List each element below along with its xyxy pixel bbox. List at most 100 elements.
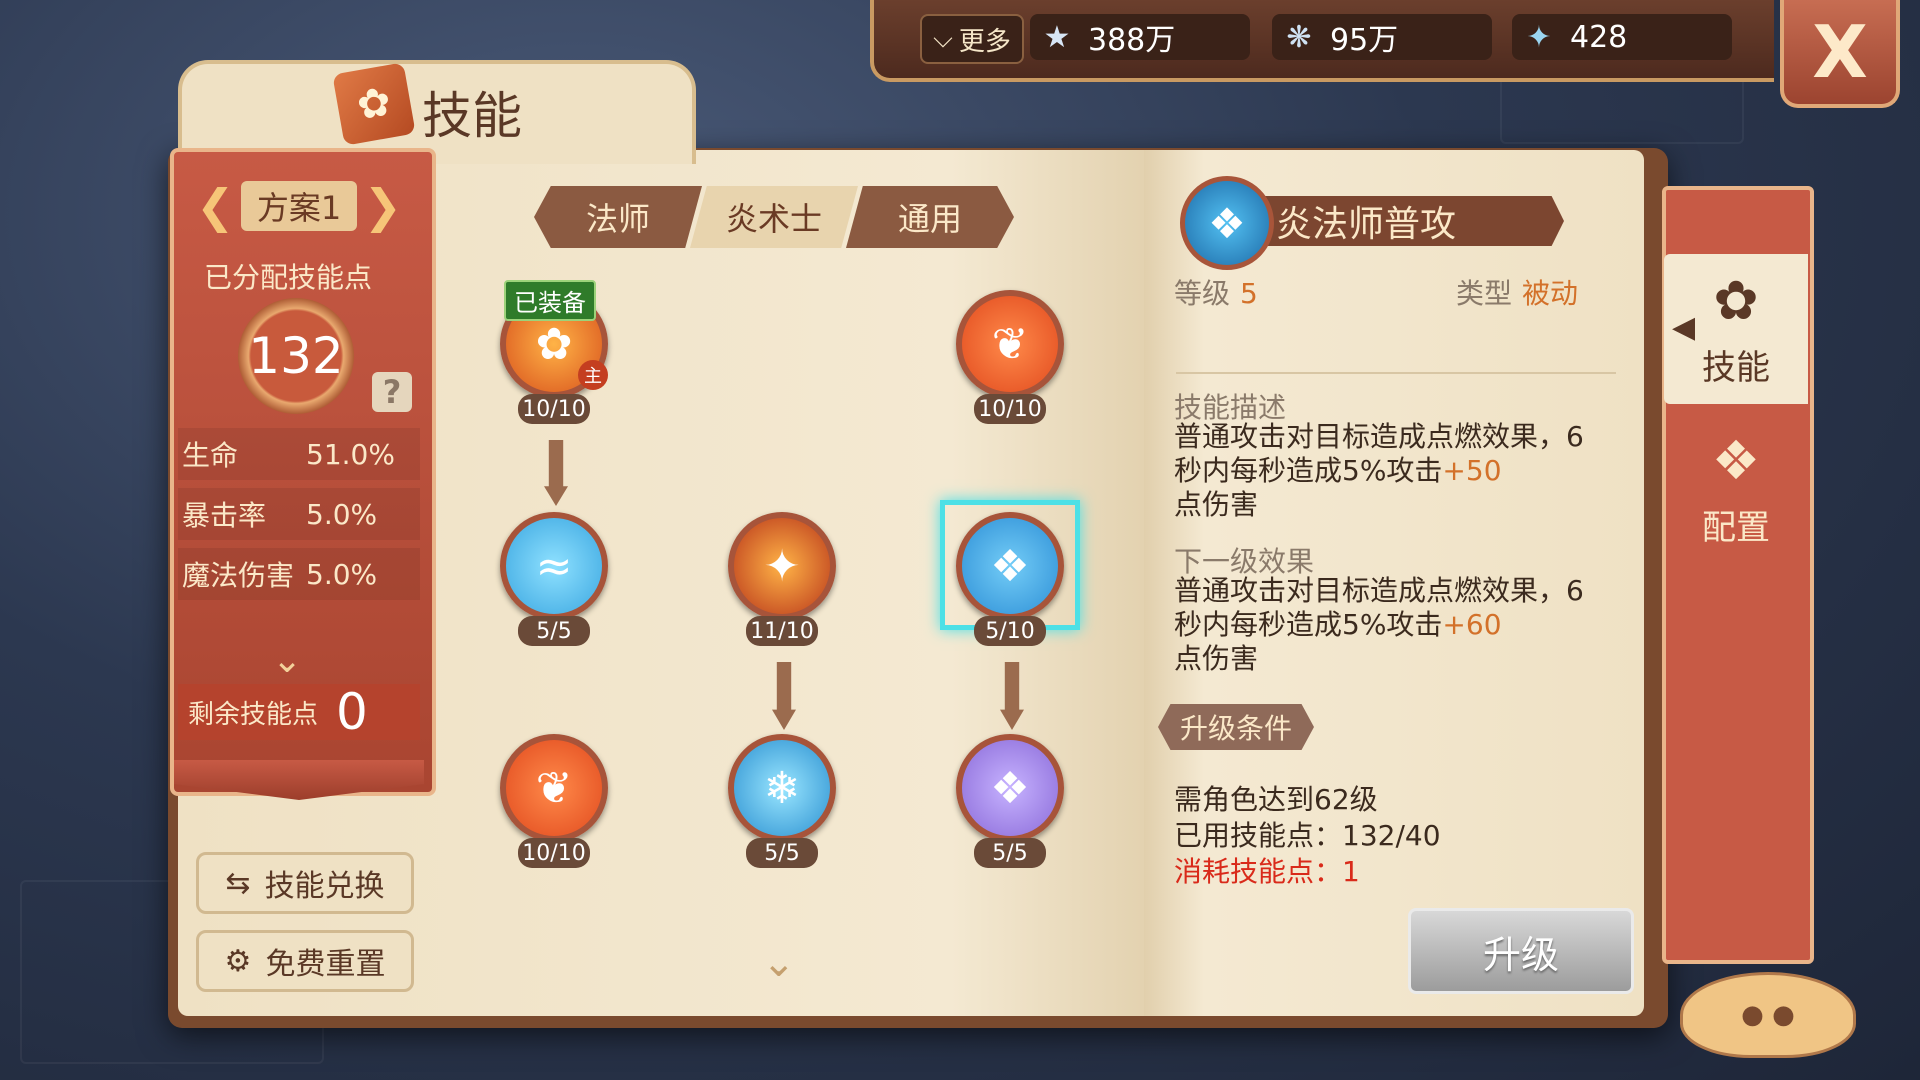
flame-rune-icon: ❦: [956, 290, 1064, 398]
skill-exchange-button[interactable]: ⇆ 技能兑换: [196, 852, 414, 914]
allocated-points-label: 已分配技能点: [204, 261, 373, 294]
more-label: 更多: [958, 26, 1011, 57]
skill-level: 5/5: [746, 838, 818, 868]
level-label: 等级: [1174, 277, 1231, 310]
skill-node[interactable]: ❖ 5/10: [950, 512, 1070, 662]
currency-shells-value: 95万: [1330, 23, 1399, 58]
purple-dragon-icon: ❖: [956, 734, 1064, 842]
req-used-points: 已用技能点：132/40: [1174, 819, 1441, 852]
skill-level: 5/5: [974, 838, 1046, 868]
skill-type-meta: 类型 被动: [1456, 272, 1578, 312]
currency-stars-value: 388万: [1088, 23, 1176, 58]
help-button[interactable]: ?: [372, 372, 412, 412]
star-icon: ★: [1043, 19, 1071, 55]
desc-bonus: +50: [1442, 454, 1502, 487]
more-button[interactable]: ⌵ 更多: [920, 14, 1024, 64]
tab-mage[interactable]: 法师: [534, 186, 702, 248]
skill-node[interactable]: ❦ 10/10: [494, 734, 614, 884]
skill-node[interactable]: ❦ 10/10: [950, 290, 1070, 440]
active-tab-pointer-icon: ◀: [1672, 310, 1696, 345]
skill-node[interactable]: ≈ 5/5: [494, 512, 614, 662]
page-title: 技能: [422, 87, 522, 145]
desc-text: 普通攻击对目标造成点燃效果，6秒内每秒造成5%攻击: [1174, 420, 1584, 487]
stat-row-crit: 暴击率 5.0%: [178, 488, 420, 540]
allocated-points-value: 132: [238, 298, 354, 414]
class-tabs: 法师 炎术士 通用: [534, 186, 1014, 248]
chevron-down-icon: ⌵: [933, 23, 953, 54]
next-tail: 点伤害: [1174, 642, 1259, 675]
type-label: 类型: [1456, 277, 1513, 310]
scheme-prev-button[interactable]: ❮: [196, 179, 235, 233]
level-value: 5: [1240, 277, 1258, 310]
side-tab-config[interactable]: ❖ 配置: [1664, 414, 1808, 564]
scheme-label: 方案1: [240, 181, 358, 231]
stat-label: 魔法伤害: [182, 559, 295, 592]
upgrade-button[interactable]: 升级: [1408, 908, 1634, 994]
side-tab-config-label: 配置: [1702, 508, 1770, 548]
currency-crystals-value: 428: [1570, 19, 1628, 55]
water-wave-icon: ≈: [500, 512, 608, 620]
next-bonus: +60: [1442, 608, 1502, 641]
currency-crystals: ✦ 428: [1512, 14, 1732, 60]
blue-dragon-icon: ❖: [1180, 176, 1274, 270]
skill-level-meta: 等级 5: [1174, 272, 1258, 312]
stat-label: 生命: [182, 439, 239, 472]
desc-tail: 点伤害: [1174, 488, 1259, 521]
scroll-down-icon[interactable]: ⌄: [762, 940, 796, 986]
expand-stats-button[interactable]: ⌄: [272, 640, 302, 681]
skill-level: 11/10: [746, 616, 818, 646]
next-text: 普通攻击对目标造成点燃效果，6秒内每秒造成5%攻击: [1174, 574, 1584, 641]
remaining-points-label: 剩余技能点: [188, 699, 319, 730]
fire-pillar-icon: ✦: [728, 512, 836, 620]
scheme-next-button[interactable]: ❯: [363, 179, 402, 233]
stat-value: 5.0%: [306, 497, 378, 531]
crystal-icon: ✦: [1526, 19, 1552, 55]
stat-value: 5.0%: [306, 557, 378, 591]
skill-exchange-label: 技能兑换: [264, 869, 385, 904]
main-skill-badge: 主: [578, 360, 608, 390]
stat-row-hp: 生命 51.0%: [178, 428, 420, 480]
skill-level: 5/10: [974, 616, 1046, 646]
close-icon: X: [1812, 10, 1868, 94]
free-reset-label: 免费重置: [265, 947, 386, 982]
currency-shells: ❋ 95万: [1272, 14, 1492, 60]
stat-row-magic: 魔法伤害 5.0%: [178, 548, 420, 600]
side-tab-skill-label: 技能: [1702, 348, 1770, 388]
free-reset-button[interactable]: ⚙ 免费重置: [196, 930, 414, 992]
tab-general[interactable]: 通用: [846, 186, 1014, 248]
skill-name-bar: 炎法师普攻: [1254, 196, 1564, 246]
upgrade-conditions-tag: 升级条件: [1158, 704, 1314, 750]
stat-label: 暴击率: [182, 499, 267, 532]
pet-mascot: ● ●: [1680, 972, 1856, 1058]
ice-burst-icon: ❄: [728, 734, 836, 842]
skill-node[interactable]: ❄ 5/5: [722, 734, 842, 884]
skill-flame-icon: ✿: [1713, 269, 1759, 332]
config-gem-icon: ❖: [1711, 429, 1761, 492]
blue-dragon-icon: ❖: [956, 512, 1064, 620]
skill-level: 10/10: [518, 838, 590, 868]
close-button[interactable]: X: [1780, 0, 1900, 108]
skill-level: 10/10: [518, 394, 590, 424]
type-value: 被动: [1522, 277, 1579, 310]
req-cost: 消耗技能点：1: [1174, 855, 1360, 888]
remaining-points: 剩余技能点 0: [178, 683, 420, 741]
skill-level: 10/10: [974, 394, 1046, 424]
scheme-selector: ❮ 方案1 ❯: [196, 178, 402, 234]
skill-level: 5/5: [518, 616, 590, 646]
next-level-description: 普通攻击对目标造成点燃效果，6秒内每秒造成5%攻击+60 点伤害: [1174, 574, 1594, 676]
req-level: 需角色达到62级: [1174, 783, 1378, 816]
skill-node[interactable]: ❖ 5/5: [950, 734, 1070, 884]
skill-name: 炎法师普攻: [1276, 204, 1457, 245]
skill-node[interactable]: 已装备 ✿ 主 10/10: [494, 280, 614, 440]
skill-node[interactable]: ✦ 11/10: [722, 512, 842, 662]
skill-book-icon: ✿: [332, 62, 416, 146]
equipped-badge: 已装备: [504, 280, 596, 321]
flame-rune-icon: ❦: [500, 734, 608, 842]
divider: [1176, 372, 1616, 374]
swap-icon: ⇆: [225, 865, 251, 901]
skill-description: 普通攻击对目标造成点燃效果，6秒内每秒造成5%攻击+50 点伤害: [1174, 420, 1594, 522]
shell-icon: ❋: [1286, 19, 1312, 55]
gear-icon: ⚙: [224, 943, 252, 979]
tab-pyromancer[interactable]: 炎术士: [690, 186, 858, 248]
currency-stars: ★ 388万: [1030, 14, 1250, 60]
